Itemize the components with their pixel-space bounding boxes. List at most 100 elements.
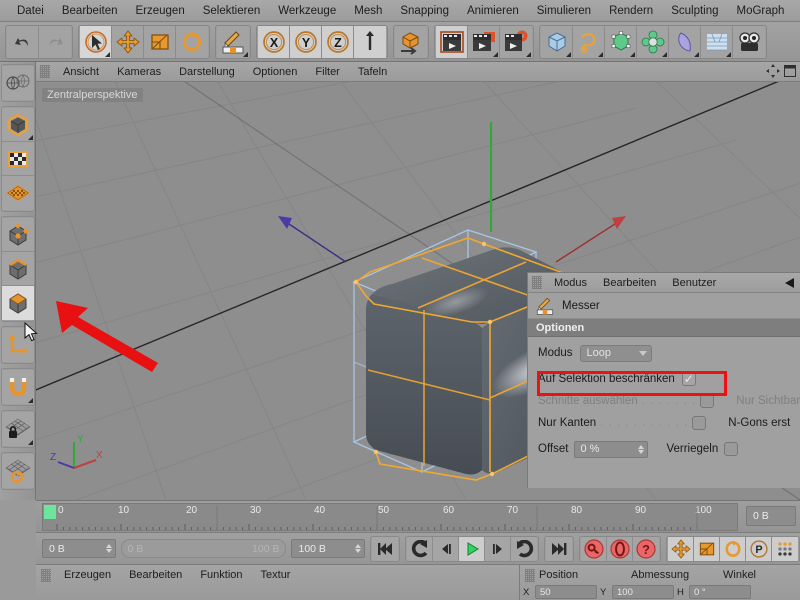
viewmenu-darstellung[interactable]: Darstellung <box>170 62 244 82</box>
texture-axis-mode-button[interactable] <box>1 142 34 176</box>
axis-z-lock-button[interactable]: Z <box>322 25 354 58</box>
autokey-button[interactable] <box>607 536 633 561</box>
previous-key-button[interactable] <box>407 536 433 561</box>
knife-tool-button[interactable] <box>217 25 249 58</box>
viewport-solo-button[interactable] <box>1 176 34 210</box>
workplane-rotate-button[interactable] <box>1 454 34 488</box>
matmenu-textur[interactable]: Textur <box>252 565 300 585</box>
keyframe-selection-button[interactable]: ? <box>633 536 659 561</box>
optmenu-bearbeiten[interactable]: Bearbeiten <box>595 273 664 293</box>
lock-workplane-button[interactable] <box>1 412 34 446</box>
select-cuts-checkbox[interactable] <box>700 394 715 408</box>
start-frame-stepper[interactable] <box>105 544 112 553</box>
viewmenu-kameras[interactable]: Kameras <box>108 62 170 82</box>
optmenu-benutzer[interactable]: Benutzer <box>664 273 724 293</box>
viewmenu-optionen[interactable]: Optionen <box>244 62 307 82</box>
menu-erzeugen[interactable]: Erzeugen <box>126 0 193 22</box>
viewport-maximize-icon[interactable] <box>784 65 796 77</box>
deformer-bend-button[interactable] <box>669 25 701 58</box>
move-button[interactable] <box>112 25 144 58</box>
object-axis-button[interactable] <box>395 25 427 58</box>
viewmenu-filter[interactable]: Filter <box>306 62 348 82</box>
current-frame-field[interactable]: 0 B <box>746 506 796 526</box>
array-modeling-button[interactable] <box>637 25 669 58</box>
edges-mode-button[interactable] <box>1 252 34 286</box>
scale-button[interactable] <box>144 25 176 58</box>
offset-stepper[interactable] <box>638 444 645 454</box>
back-arrow-icon[interactable] <box>785 278 794 288</box>
points-mode-button[interactable] <box>1 218 34 252</box>
start-frame-field[interactable]: 0 B <box>42 539 116 558</box>
axis-x-lock-button[interactable]: X <box>258 25 290 58</box>
menu-mesh[interactable]: Mesh <box>345 0 391 22</box>
render-view-button[interactable] <box>436 25 468 58</box>
mode-dropdown[interactable]: Loop <box>579 344 652 362</box>
rotate-button[interactable] <box>176 25 208 58</box>
coord-angle-h-field[interactable]: 0 ° <box>689 585 751 599</box>
step-forward-button[interactable] <box>485 536 511 561</box>
menu-animieren[interactable]: Animieren <box>458 0 528 22</box>
menu-simulieren[interactable]: Simulieren <box>528 0 600 22</box>
matmenu-erzeugen[interactable]: Erzeugen <box>55 565 120 585</box>
preview-range-slider[interactable]: 0 B 100 B <box>120 539 287 558</box>
lock-checkbox[interactable] <box>724 442 739 456</box>
nurbs-generator-button[interactable] <box>605 25 637 58</box>
select-cuts-row[interactable]: Schnitte auswählen . . . . . . . Nur Sic… <box>528 390 800 412</box>
enable-snapping-button[interactable] <box>1 370 34 404</box>
record-rotation-button[interactable] <box>720 536 746 561</box>
axis-y-lock-button[interactable]: Y <box>290 25 322 58</box>
environment-floor-button[interactable] <box>701 25 733 58</box>
timeline-ruler[interactable]: 0 10 20 30 40 50 60 70 80 90 100 <box>42 503 738 531</box>
cube-primitive-button[interactable] <box>541 25 573 58</box>
only-edges-row[interactable]: Nur Kanten . . . . . . . . . . . N-Gons … <box>528 412 800 434</box>
menu-charakter[interactable]: Charakt <box>793 0 800 22</box>
menu-mograph[interactable]: MoGraph <box>728 0 794 22</box>
only-edges-checkbox[interactable] <box>692 416 707 430</box>
menu-rendern[interactable]: Rendern <box>600 0 662 22</box>
world-axis-button[interactable] <box>354 25 386 58</box>
menu-datei[interactable]: Datei <box>8 0 53 22</box>
record-points-button[interactable] <box>772 536 798 561</box>
menu-bearbeiten[interactable]: Bearbeiten <box>53 0 127 22</box>
spline-pen-button[interactable] <box>573 25 605 58</box>
panel-grip-icon[interactable] <box>525 568 535 582</box>
viewport-globe-button[interactable] <box>1 66 34 100</box>
polygons-mode-button[interactable] <box>1 286 34 320</box>
next-key-button[interactable] <box>511 536 537 561</box>
menu-sculpting[interactable]: Sculpting <box>662 0 727 22</box>
viewport-pan-icon[interactable] <box>766 64 780 78</box>
end-frame-field[interactable]: 100 B <box>291 539 365 558</box>
step-back-button[interactable] <box>433 536 459 561</box>
viewmenu-tafeln[interactable]: Tafeln <box>349 62 396 82</box>
menu-snapping[interactable]: Snapping <box>391 0 458 22</box>
menu-selektieren[interactable]: Selektieren <box>194 0 270 22</box>
coord-size-y-field[interactable]: 100 <box>612 585 674 599</box>
matmenu-funktion[interactable]: Funktion <box>191 565 251 585</box>
end-frame-stepper[interactable] <box>355 544 361 553</box>
record-scale-button[interactable] <box>694 536 720 561</box>
panel-grip-icon[interactable] <box>40 65 50 78</box>
matmenu-bearbeiten[interactable]: Bearbeiten <box>120 565 191 585</box>
panel-grip-icon[interactable] <box>532 276 542 289</box>
record-parameter-button[interactable]: P <box>746 536 772 561</box>
coord-position-x-field[interactable]: 50 <box>535 585 597 599</box>
panel-grip-icon[interactable] <box>41 568 51 582</box>
render-picture-viewer-button[interactable] <box>468 25 500 58</box>
undo-button[interactable] <box>7 25 39 58</box>
render-settings-button[interactable] <box>500 25 532 58</box>
viewmenu-ansicht[interactable]: Ansicht <box>54 62 108 82</box>
record-position-button[interactable] <box>668 536 694 561</box>
make-editable-button[interactable] <box>1 108 34 142</box>
go-to-start-button[interactable] <box>372 536 398 561</box>
record-key-button[interactable] <box>581 536 607 561</box>
menu-werkzeuge[interactable]: Werkzeuge <box>269 0 345 22</box>
offset-input[interactable]: 0 % <box>574 440 649 458</box>
restrict-to-selection-row[interactable]: Auf Selektion beschränken <box>528 368 800 390</box>
restrict-to-selection-checkbox[interactable] <box>681 372 696 386</box>
optmenu-modus[interactable]: Modus <box>546 273 595 293</box>
play-button[interactable] <box>459 536 485 561</box>
redo-button[interactable] <box>39 25 71 58</box>
go-to-end-button[interactable] <box>546 536 572 561</box>
camera-button[interactable] <box>733 25 765 58</box>
select-cursor-button[interactable] <box>80 25 112 58</box>
